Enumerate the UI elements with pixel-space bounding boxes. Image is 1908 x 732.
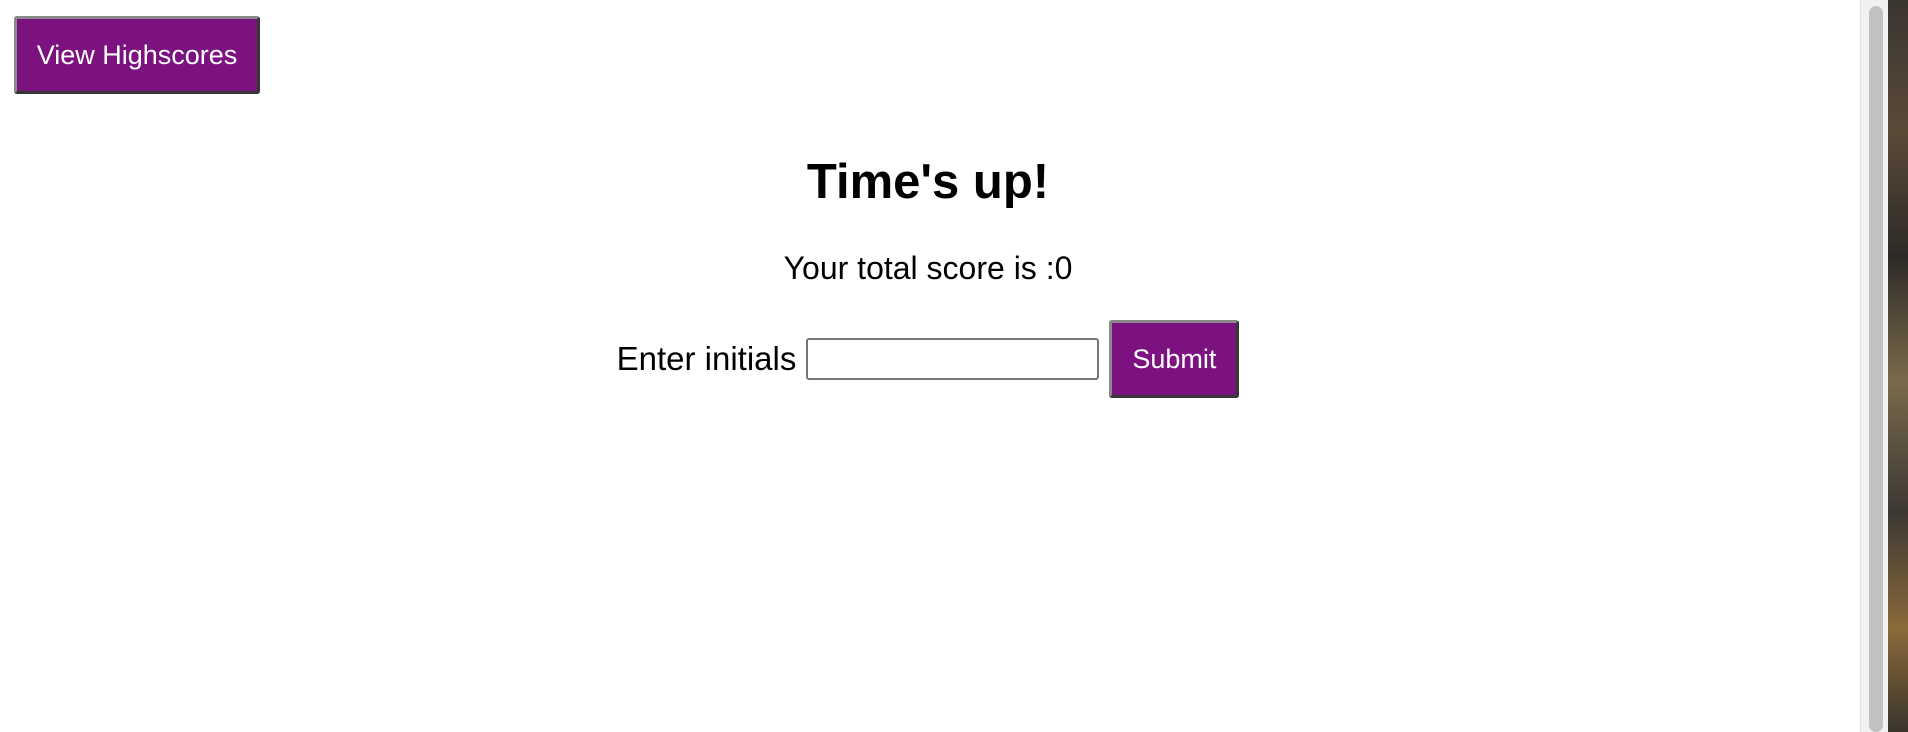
score-text: Your total score is :0 [783,250,1073,286]
page-title: Time's up! [806,155,1050,209]
background-window-edge [1888,0,1908,732]
initials-label: Enter initials [616,340,797,377]
quiz-content: View Highscores Time's up! Your total sc… [0,0,1860,732]
page: View Highscores Time's up! Your total sc… [0,0,1908,732]
initials-input[interactable] [806,338,1100,380]
scrollbar-thumb[interactable] [1869,6,1883,732]
vertical-scrollbar[interactable] [1860,0,1888,732]
initials-form: Enter initials Submit [0,320,1856,398]
view-highscores-button[interactable]: View Highscores [14,16,260,94]
submit-button[interactable]: Submit [1109,320,1240,398]
